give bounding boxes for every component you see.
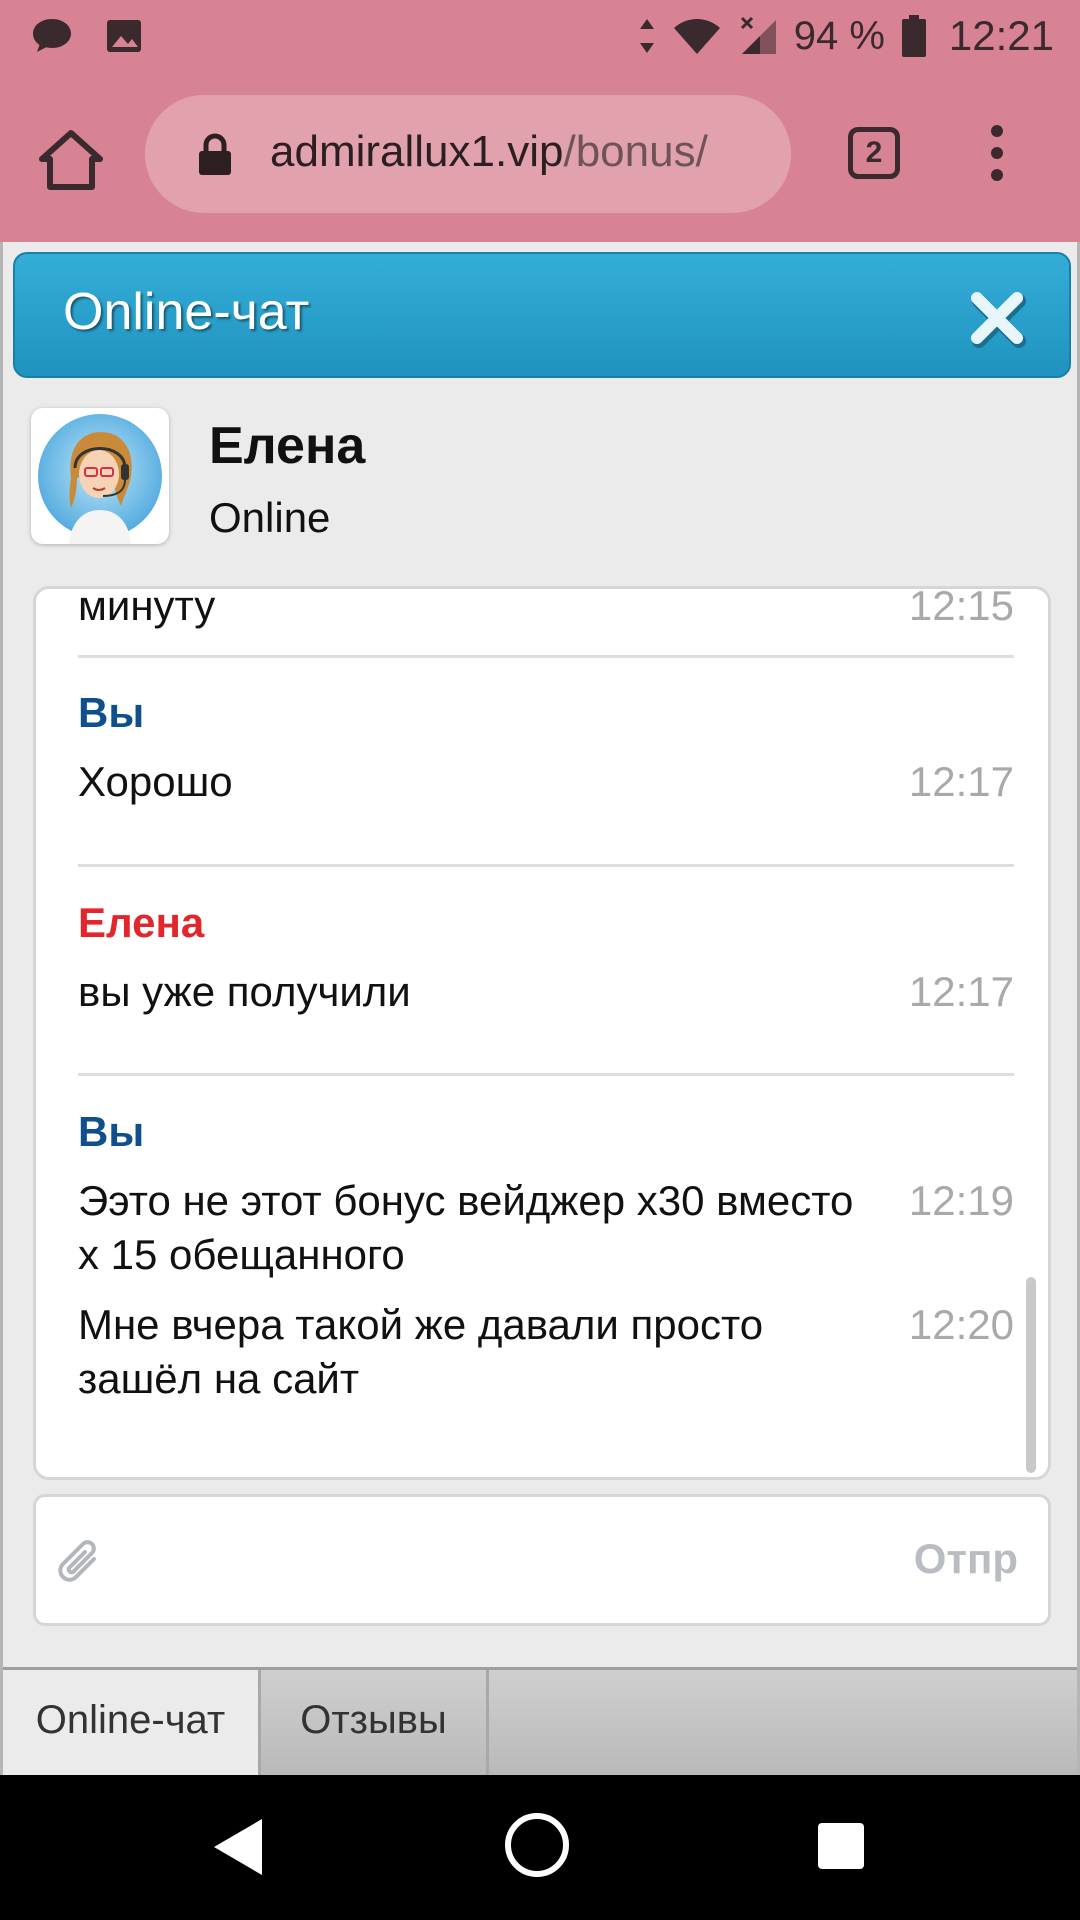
message-line: минуту 12:15 [78, 586, 1014, 633]
agent-avatar [31, 408, 169, 544]
message-sender: Вы [78, 1108, 145, 1155]
wifi-icon [673, 19, 720, 54]
agent-name: Елена [209, 417, 366, 475]
message-time: 12:17 [908, 758, 1014, 805]
message-sender: Вы [78, 689, 145, 736]
message-line: Хорошо 12:17 [78, 755, 1014, 809]
bottom-tab-bar: Online-чат Отзывы [3, 1667, 1077, 1775]
message-sender: Елена [78, 899, 205, 946]
message-time: 12:17 [908, 968, 1014, 1015]
list-item: Елена вы уже получили 12:17 [78, 899, 1014, 1019]
tab-reviews[interactable]: Отзывы [261, 1670, 489, 1775]
message-text: минуту [78, 586, 216, 629]
tab-online-chat[interactable]: Online-чат [3, 1670, 261, 1775]
list-item: Вы Хорошо 12:17 [78, 689, 1014, 809]
navigation-bar [0, 1775, 1080, 1920]
list-item: Вы Ээто не этот бонус вейджер x30 вместо… [78, 1108, 1014, 1406]
recent-apps-icon[interactable] [818, 1823, 864, 1869]
message-list[interactable]: минуту 12:15 Вы Хорошо 12:17 Елена вы уж… [33, 586, 1051, 1480]
message-text: Хорошо [78, 758, 233, 805]
home-circle-icon[interactable] [505, 1813, 569, 1877]
chat-widget: Online-чат Елена Online минуту 12:15 Вы … [0, 242, 1080, 1775]
home-icon[interactable] [36, 125, 106, 195]
data-arrows-icon [639, 19, 654, 53]
browser-toolbar: admirallux1.vip/bonus/ 2 [0, 75, 1080, 242]
chat-title: Online-чат [63, 283, 310, 341]
signal-icon [740, 16, 776, 54]
list-item: минуту 12:15 [78, 586, 1014, 633]
scrollbar[interactable] [1026, 1277, 1036, 1473]
chat-header: Online-чат [13, 252, 1071, 378]
message-line: вы уже получили 12:17 [78, 965, 1014, 1019]
message-line: Ээто не этот бонус вейджер x30 вместо x … [78, 1174, 1014, 1282]
message-input[interactable]: Отпр [33, 1494, 1051, 1626]
battery-icon [901, 15, 926, 57]
message-time: 12:20 [908, 1301, 1014, 1348]
agent-info: Елена Online [31, 408, 1031, 548]
lock-icon [199, 133, 231, 175]
message-icon [33, 19, 71, 52]
divider [78, 655, 1014, 658]
message-text: Ээто не этот бонус вейджер x30 вместо x … [78, 1177, 854, 1278]
status-bar: 94 % 12:21 [0, 0, 1080, 75]
url-domain: admirallux1.vip [270, 127, 564, 176]
back-icon[interactable] [210, 1815, 266, 1879]
url-text[interactable]: admirallux1.vip/bonus/ [270, 127, 770, 177]
message-time: 12:19 [908, 1177, 1014, 1224]
close-icon[interactable] [967, 288, 1027, 348]
url-path: /bonus/ [563, 127, 708, 176]
send-button[interactable]: Отпр [914, 1535, 1018, 1583]
battery-percent: 94 % [793, 13, 885, 58]
tab-switcher-button[interactable]: 2 [848, 127, 900, 179]
message-time: 12:15 [908, 586, 1014, 629]
image-icon [107, 20, 141, 52]
divider [78, 1073, 1014, 1076]
message-text: вы уже получили [78, 968, 411, 1015]
agent-status: Online [209, 494, 331, 541]
paperclip-icon[interactable] [54, 1535, 106, 1591]
message-line: Мне вчера такой же давали просто зашёл н… [78, 1298, 1014, 1406]
clock: 12:21 [948, 12, 1054, 59]
divider [78, 864, 1014, 867]
address-bar[interactable]: admirallux1.vip/bonus/ [145, 95, 791, 213]
message-text: Мне вчера такой же давали просто зашёл н… [78, 1301, 764, 1402]
more-menu-icon[interactable] [985, 125, 1009, 185]
